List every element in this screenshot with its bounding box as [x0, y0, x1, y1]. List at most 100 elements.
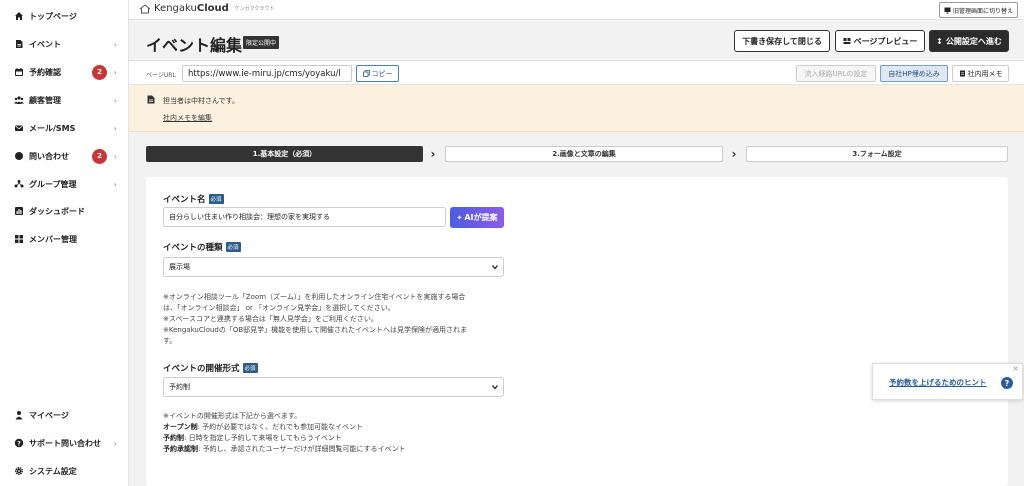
- required-badge: 必須: [225, 242, 241, 252]
- sidebar-item-members[interactable]: メンバー管理: [0, 228, 129, 250]
- page-url-label: ページURL: [146, 72, 176, 79]
- event-type-value: 展示場: [169, 263, 190, 271]
- notification-badge: 2: [92, 148, 107, 164]
- event-name-input[interactable]: 自分らしい住まい作り相談会：理想の家を実現する: [163, 207, 446, 227]
- sidebar-item-label: グループ管理: [29, 179, 77, 189]
- event-type-label: イベントの種類 必須: [163, 242, 241, 253]
- page-title: イベント編集: [146, 36, 243, 55]
- notification-badge: 2: [92, 64, 107, 80]
- ai-suggest-button[interactable]: ✦ AIが提案: [450, 207, 504, 228]
- page-preview-button[interactable]: ページプレビュー: [835, 30, 925, 52]
- event-format-value: 予約制: [169, 383, 190, 391]
- reservation-hint-link[interactable]: 予約数を上げるためのヒント: [889, 377, 987, 388]
- home-icon: [14, 11, 24, 21]
- chevron-right-icon: ›: [113, 39, 117, 49]
- event-type-select[interactable]: 展示場: [163, 257, 504, 277]
- gear-icon: [14, 466, 24, 476]
- sidebar-item-label: メール/SMS: [29, 123, 76, 133]
- proceed-publish-button[interactable]: ↕ 公開設定へ進む: [929, 30, 1009, 52]
- grid-icon: [14, 234, 24, 244]
- event-format-notes: ※イベントの開催形式は下記から選べます。 オープン制: 予約が必要ではなく、だれ…: [163, 412, 406, 453]
- page-header: イベント編集 限定公開中 下書き保存して閉じる ページプレビュー ↕ 公開設定へ…: [129, 20, 1024, 60]
- hp-embed-button[interactable]: 自社HP埋め込み: [880, 65, 948, 82]
- top-bar: KengakuCloud ケンガククラウド 旧管理画面に切り替え: [129, 0, 1024, 20]
- save-draft-close-label: 下書き保存して閉じる: [742, 36, 822, 46]
- internal-memo-button[interactable]: 社内用メモ: [952, 65, 1009, 82]
- step-image-text[interactable]: 2.画像と文章の編集: [445, 146, 723, 162]
- page-preview-label: ページプレビュー: [853, 36, 918, 46]
- step-form-settings[interactable]: 3.フォーム設定: [746, 146, 1008, 162]
- sidebar-item-dashboard[interactable]: ダッシュボード: [0, 200, 129, 222]
- group-icon: [14, 179, 24, 189]
- document-icon: [147, 95, 155, 104]
- switch-old-admin-label: 旧管理画面に切り替え: [952, 7, 1013, 15]
- sidebar-item-label: ダッシュボード: [29, 206, 85, 216]
- sidebar-item-label: メンバー管理: [29, 234, 77, 244]
- step-basic-settings[interactable]: 1.基本設定（必須）: [146, 146, 423, 162]
- chevron-right-icon: ›: [113, 67, 117, 77]
- page-url-field[interactable]: https://www.ie-miru.jp/cms/yoyaku/l: [182, 65, 352, 82]
- sparkle-icon: ✦: [456, 213, 463, 222]
- sidebar-item-customers[interactable]: 顧客管理 ›: [0, 89, 129, 111]
- sidebar-item-settings[interactable]: システム設定: [0, 460, 129, 482]
- sidebar-item-label: 予約確認: [29, 67, 61, 77]
- monitor-icon: [944, 7, 951, 13]
- save-draft-close-button[interactable]: 下書き保存して閉じる: [734, 30, 830, 52]
- chart-icon: [14, 206, 24, 216]
- chevron-down-icon: [492, 385, 498, 390]
- internal-memo-panel: 担当者は中村さんです。 社内メモを編集: [129, 85, 1024, 132]
- event-type-notes: ※オンライン相談ツール「Zoom（ズーム）」を利用したオンライン住宅イベントを実…: [163, 293, 467, 345]
- sidebar-item-label: 顧客管理: [29, 95, 61, 105]
- help-icon: ?: [14, 438, 24, 448]
- sidebar-item-support[interactable]: ? サポート問い合わせ ›: [0, 432, 129, 454]
- switch-old-admin-button[interactable]: 旧管理画面に切り替え: [938, 2, 1018, 18]
- copy-url-label: コピー: [371, 69, 393, 78]
- url-row: ページURL https://www.ie-miru.jp/cms/yoyaku…: [129, 60, 1024, 85]
- basic-settings-form: イベント名 必須 自分らしい住まい作り相談会：理想の家を実現する ✦ AIが提案…: [146, 177, 1008, 486]
- required-badge: 必須: [208, 194, 224, 204]
- sidebar-item-reservations[interactable]: 予約確認 2 ›: [0, 61, 129, 83]
- mail-icon: [14, 123, 24, 133]
- status-badge: 限定公開中: [243, 36, 280, 49]
- logo-subtitle: ケンガククラウド: [234, 6, 275, 12]
- document-icon: [14, 39, 24, 49]
- inflow-url-settings-button[interactable]: 流入経路URLの設定: [796, 65, 876, 82]
- step-chevron-icon: ›: [731, 147, 737, 161]
- event-name-label: イベント名 必須: [163, 194, 224, 205]
- proceed-publish-label: 公開設定へ進む: [945, 36, 1002, 46]
- internal-memo-label: 社内用メモ: [967, 69, 1003, 78]
- arrows-icon: ↕: [936, 36, 943, 46]
- sidebar-item-label: サポート問い合わせ: [29, 438, 101, 448]
- sidebar: トップページ イベント › 予約確認 2 › 顧客管理 › メール/SMS › …: [0, 0, 129, 486]
- event-format-select[interactable]: 予約制: [163, 377, 504, 397]
- copy-icon: [362, 70, 370, 77]
- ai-suggest-label: AIが提案: [464, 213, 498, 222]
- hp-embed-label: 自社HP埋め込み: [888, 69, 940, 78]
- sidebar-item-groups[interactable]: グループ管理 ›: [0, 173, 129, 195]
- copy-url-button[interactable]: コピー: [356, 65, 399, 82]
- chevron-right-icon: ›: [113, 151, 117, 161]
- sidebar-item-inquiries[interactable]: 問い合わせ 2 ›: [0, 145, 129, 167]
- sidebar-item-top[interactable]: トップページ: [0, 5, 129, 27]
- close-icon[interactable]: ×: [1012, 364, 1019, 373]
- logo[interactable]: KengakuCloud ケンガククラウド: [139, 3, 274, 14]
- chevron-down-icon: [492, 265, 498, 270]
- reservation-hint-widget: 予約数を上げるためのヒント ? ×: [872, 363, 1023, 400]
- chevron-right-icon: ›: [113, 95, 117, 105]
- sidebar-item-events[interactable]: イベント ›: [0, 33, 129, 55]
- sidebar-item-label: イベント: [29, 39, 61, 49]
- sidebar-item-mail[interactable]: メール/SMS ›: [0, 117, 129, 139]
- chat-icon: [14, 151, 24, 161]
- required-badge: 必須: [242, 363, 258, 373]
- edit-memo-link[interactable]: 社内メモを編集: [163, 113, 212, 123]
- logo-house-icon: [139, 3, 151, 13]
- sidebar-item-label: マイページ: [29, 410, 69, 420]
- person-icon: [14, 410, 24, 420]
- logo-text: KengakuCloud: [154, 3, 229, 14]
- memo-icon: [959, 70, 965, 77]
- sidebar-item-mypage[interactable]: マイページ: [0, 404, 129, 426]
- help-icon[interactable]: ?: [1001, 377, 1013, 389]
- chevron-right-icon: ›: [113, 438, 117, 448]
- users-icon: [14, 95, 24, 105]
- chevron-right-icon: ›: [113, 179, 117, 189]
